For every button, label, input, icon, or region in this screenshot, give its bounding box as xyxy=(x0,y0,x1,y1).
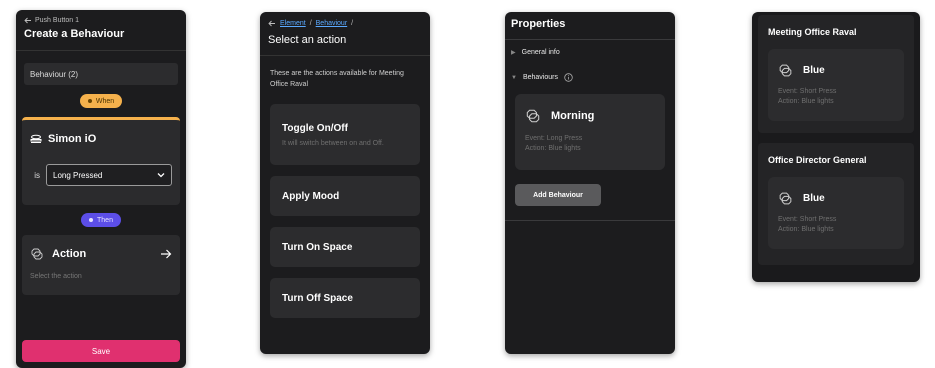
when-dot-icon xyxy=(87,99,92,103)
behaviour-event: Event: Long Press xyxy=(525,135,583,142)
behaviour-action: Action: Blue lights xyxy=(778,226,834,233)
action-option-title: Apply Mood xyxy=(282,190,340,202)
breadcrumb-separator: / xyxy=(351,20,354,27)
behaviour-action: Action: Blue lights xyxy=(778,98,834,105)
behaviour-action: Action: Blue lights xyxy=(525,145,581,152)
behaviour-event: Event: Short Press xyxy=(778,88,837,95)
general-info-label: General info xyxy=(521,49,560,56)
behaviours-section[interactable]: ▼ Behaviours xyxy=(505,65,675,90)
chevron-down-icon xyxy=(157,172,165,178)
breadcrumb-behaviour-link[interactable]: Behaviour xyxy=(316,20,348,27)
divider xyxy=(505,220,675,221)
rooms-panel: Meeting Office Raval Blue Event: Short P… xyxy=(752,12,920,282)
then-label: Then xyxy=(97,216,113,224)
scenes-icon xyxy=(778,63,793,78)
action-option-subtitle: It will switch between on and Off. xyxy=(282,139,384,147)
action-option-turn-on-space[interactable]: Turn On Space xyxy=(270,227,420,267)
divider xyxy=(16,50,186,51)
back-arrow-icon xyxy=(24,17,32,24)
behaviour-event: Event: Short Press xyxy=(778,216,837,223)
room-title: Office Director General xyxy=(768,155,867,165)
breadcrumb-separator: / xyxy=(309,20,312,27)
arrow-right-icon[interactable] xyxy=(160,249,172,259)
behaviour-name-input[interactable]: Behaviour (2) xyxy=(24,63,178,85)
scenes-icon xyxy=(525,108,541,124)
save-button[interactable]: Save xyxy=(22,340,180,362)
action-option-turn-off-space[interactable]: Turn Off Space xyxy=(270,278,420,318)
behaviours-label: Behaviours xyxy=(522,74,558,81)
breadcrumb-element-link[interactable]: Element xyxy=(280,20,306,27)
properties-title: Properties xyxy=(511,18,566,30)
action-card[interactable]: Action Select the action xyxy=(22,235,180,295)
event-select[interactable]: Long Pressed xyxy=(46,164,172,186)
event-select-value: Long Pressed xyxy=(53,170,103,180)
page-title: Create a Behaviour xyxy=(24,28,125,40)
behaviour-card[interactable]: Blue Event: Short Press Action: Blue lig… xyxy=(768,49,904,121)
create-behaviour-panel: Push Button 1 Create a Behaviour Behavio… xyxy=(16,10,186,368)
when-badge: When xyxy=(79,94,123,108)
breadcrumb: Element / Behaviour / xyxy=(268,20,422,27)
general-info-section[interactable]: ▶ General info xyxy=(505,40,675,65)
trigger-card: Simon iO is Long Pressed xyxy=(22,117,180,205)
page-title: Select an action xyxy=(268,34,347,46)
select-action-panel: Element / Behaviour / Select an action T… xyxy=(260,12,430,354)
is-label: is xyxy=(34,170,40,180)
room-title: Meeting Office Raval xyxy=(768,27,857,37)
add-behaviour-button[interactable]: Add Behaviour xyxy=(515,184,601,206)
description-text: These are the actions available for Meet… xyxy=(270,70,404,88)
action-option-title: Toggle On/Off xyxy=(282,122,348,134)
caret-down-icon: ▼ xyxy=(511,74,517,81)
action-option-title: Turn On Space xyxy=(282,241,353,253)
back-link[interactable]: Push Button 1 xyxy=(24,17,178,24)
properties-panel: Properties ▶ General info ▼ Behaviours M… xyxy=(505,12,675,354)
room-section: Meeting Office Raval Blue Event: Short P… xyxy=(758,15,914,133)
action-option-apply-mood[interactable]: Apply Mood xyxy=(270,176,420,216)
caret-right-icon: ▶ xyxy=(511,50,516,56)
behaviour-title: Blue xyxy=(803,192,825,204)
then-dot-icon xyxy=(89,218,94,222)
action-option-toggle[interactable]: Toggle On/Off It will switch between on … xyxy=(270,104,420,165)
action-title: Action xyxy=(52,248,87,260)
action-subtitle: Select the action xyxy=(30,273,82,280)
scenes-icon xyxy=(778,191,793,206)
when-label: When xyxy=(95,97,115,105)
behaviour-name-value: Behaviour (2) xyxy=(30,69,79,79)
device-icon xyxy=(30,134,42,144)
behaviour-title: Morning xyxy=(551,110,595,122)
then-badge: Then xyxy=(81,213,121,227)
info-icon[interactable] xyxy=(564,73,573,82)
action-option-title: Turn Off Space xyxy=(282,292,353,304)
room-section: Office Director General Blue Event: Shor… xyxy=(758,143,914,265)
behaviour-card[interactable]: Blue Event: Short Press Action: Blue lig… xyxy=(768,177,904,249)
behaviour-title: Blue xyxy=(803,64,825,76)
scenes-icon xyxy=(30,247,44,261)
trigger-device-title: Simon iO xyxy=(48,133,97,145)
back-arrow-icon[interactable] xyxy=(268,20,276,27)
back-link-label: Push Button 1 xyxy=(35,17,79,24)
behaviour-card[interactable]: Morning Event: Long Press Action: Blue l… xyxy=(515,94,665,170)
